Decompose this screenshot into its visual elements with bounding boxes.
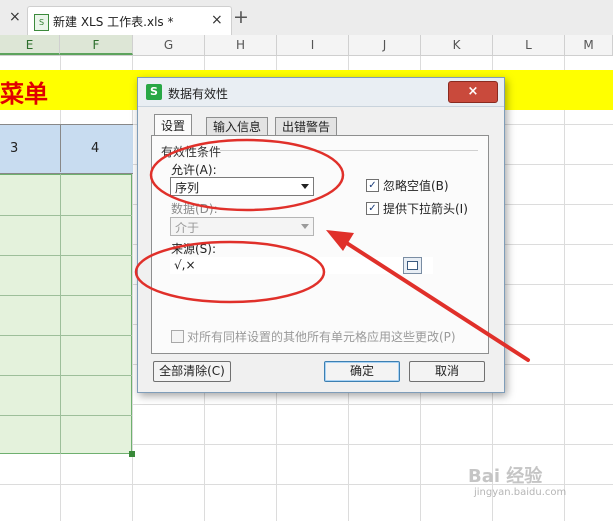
column-divider	[60, 174, 61, 454]
header-cell-4[interactable]: 4	[91, 141, 99, 156]
ok-button[interactable]: 确定	[324, 361, 400, 382]
column-header-f[interactable]: F	[60, 35, 133, 55]
source-input[interactable]: √,×	[170, 257, 433, 274]
row-divider	[0, 415, 132, 416]
source-input-value: √,×	[174, 258, 196, 272]
row-divider	[0, 295, 132, 296]
column-header-m[interactable]: M	[565, 35, 613, 55]
cell-divider	[60, 124, 61, 172]
document-tab-bar: × S 新建 XLS 工作表.xls * × +	[0, 0, 613, 36]
close-icon[interactable]: ×	[9, 9, 21, 25]
new-tab-button[interactable]: +	[233, 6, 249, 28]
column-header-e[interactable]: E	[0, 35, 60, 55]
tab-settings[interactable]: 设置	[154, 114, 193, 137]
header-cell-3[interactable]: 3	[10, 141, 18, 156]
apply-all-label: 对所有同样设置的其他所有单元格应用这些更改(P)	[187, 330, 456, 344]
row-divider	[0, 255, 132, 256]
column-header-i[interactable]: I	[277, 35, 349, 55]
document-tab[interactable]: S 新建 XLS 工作表.xls * ×	[27, 6, 232, 36]
header-row-cells[interactable]	[0, 124, 133, 174]
dialog-title: 数据有效性	[168, 87, 229, 101]
tab-close-icon[interactable]: ×	[211, 12, 223, 28]
in-cell-dropdown-checkbox[interactable]: ✓	[366, 202, 379, 215]
tab-input-message[interactable]: 输入信息	[206, 117, 269, 136]
data-label: 数据(D):	[171, 202, 218, 216]
chevron-down-icon	[301, 184, 309, 189]
column-header-bar: E F G H I J K L M	[0, 35, 613, 56]
column-header-k[interactable]: K	[421, 35, 493, 55]
allow-select-value: 序列	[175, 181, 200, 195]
allow-select[interactable]: 序列	[170, 177, 314, 196]
row-divider	[0, 375, 132, 376]
ignore-blank-label[interactable]: 忽略空值(B)	[383, 177, 449, 194]
spreadsheet-file-icon: S	[34, 14, 49, 31]
baidu-watermark: Bai 经验	[468, 466, 543, 487]
validation-criteria-label: 有效性条件	[161, 145, 222, 159]
dialog-titlebar[interactable]: S 数据有效性 ×	[138, 78, 504, 107]
tab-error-alert[interactable]: 出错警告	[275, 117, 338, 136]
row-divider	[0, 335, 132, 336]
clear-all-button[interactable]: 全部清除(C)	[153, 361, 231, 382]
row-divider	[0, 215, 132, 216]
document-tab-title: 新建 XLS 工作表.xls *	[53, 15, 174, 29]
close-icon[interactable]: ×	[448, 81, 498, 103]
selected-range[interactable]	[0, 174, 132, 454]
range-picker-button[interactable]	[403, 257, 422, 274]
apply-all-checkbox	[171, 330, 184, 343]
source-label: 来源(S):	[171, 242, 217, 256]
data-select-value: 介于	[175, 221, 200, 235]
column-header-h[interactable]: H	[205, 35, 277, 55]
fill-handle[interactable]	[129, 451, 135, 457]
chevron-down-icon	[301, 224, 309, 229]
allow-label: 允许(A):	[171, 163, 217, 177]
column-header-j[interactable]: J	[349, 35, 421, 55]
column-header-l[interactable]: L	[493, 35, 565, 55]
column-header-g[interactable]: G	[133, 35, 205, 55]
data-select: 介于	[170, 217, 314, 236]
data-validation-dialog: S 数据有效性 × 设置 输入信息 出错警告 有效性条件 允许(A): 序列 数…	[137, 77, 505, 393]
group-divider	[220, 150, 478, 151]
range-select-icon	[407, 261, 418, 270]
cancel-button[interactable]: 取消	[409, 361, 485, 382]
wps-app-icon: S	[146, 84, 162, 100]
ignore-blank-checkbox[interactable]: ✓	[366, 179, 379, 192]
watermark-url: jingyan.baidu.com	[474, 487, 567, 498]
menu-cell-text: 菜单	[0, 79, 48, 108]
in-cell-dropdown-label[interactable]: 提供下拉箭头(I)	[383, 200, 468, 217]
